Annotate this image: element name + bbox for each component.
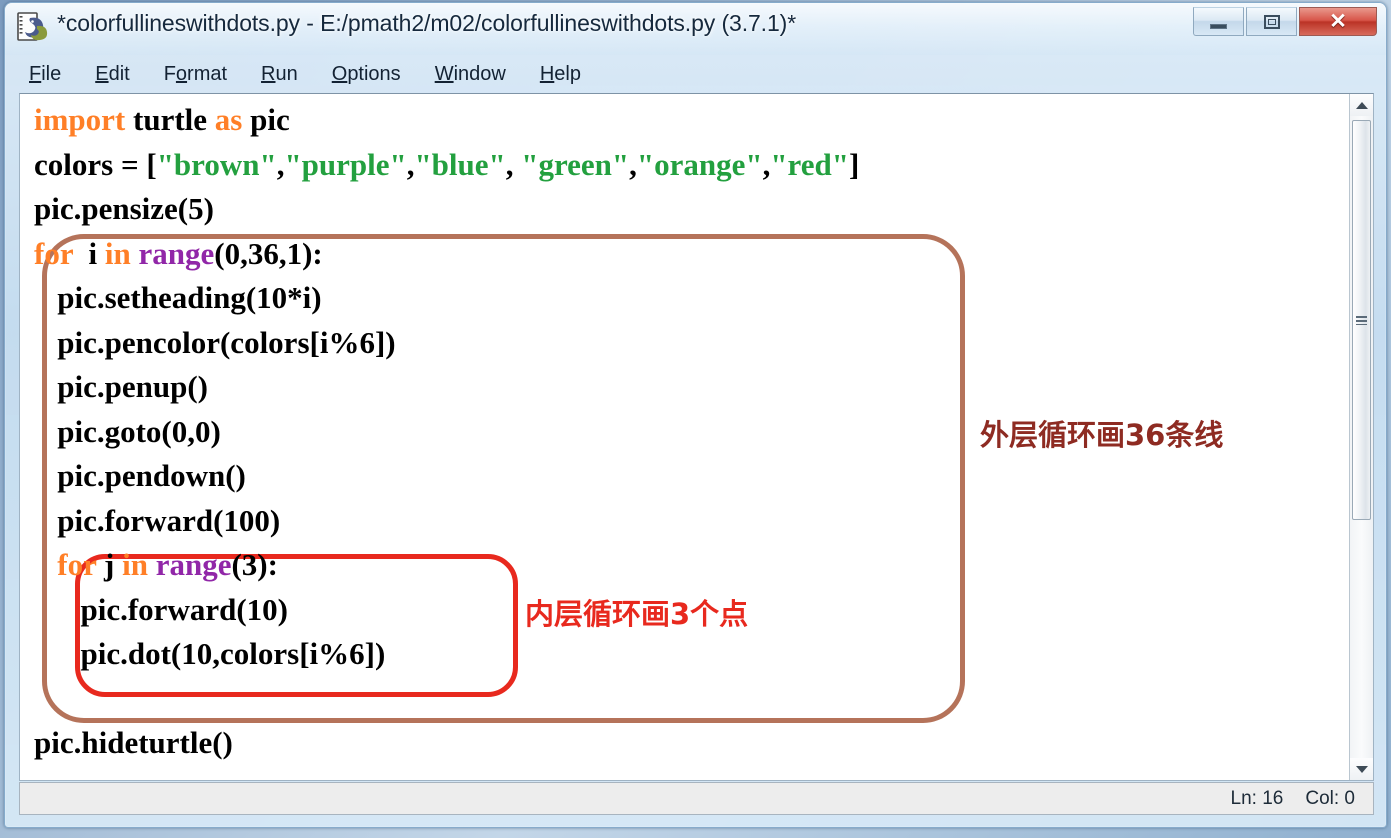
scroll-up-button[interactable] (1350, 94, 1373, 116)
code-token: as (214, 102, 243, 137)
code-line: pic.penup() (34, 365, 1350, 410)
idle-editor-window: *colorfullineswithdots.py - E:/pmath2/m0… (4, 2, 1387, 828)
scroll-grip-icon (1356, 315, 1367, 325)
menu-options[interactable]: Options (332, 63, 401, 86)
code-line: for i in range(0,36,1): (34, 232, 1350, 277)
code-token: (3): (231, 547, 278, 582)
code-line: pic.hideturtle() (34, 721, 1350, 766)
close-button[interactable]: ✕ (1299, 7, 1377, 36)
code-token: "green" (521, 146, 630, 182)
code-token: "orange" (636, 146, 763, 182)
code-token: pic.forward(10) (34, 591, 288, 627)
code-editor[interactable]: 外层循环画36条线 内层循环画3个点 import turtle as pic c… (19, 93, 1374, 781)
outer-loop-annotation-label: 外层循环画36条线 (980, 418, 1224, 452)
menu-edit[interactable]: Edit (95, 63, 129, 86)
code-token: (0,36,1): (214, 235, 323, 271)
code-token: pic.penup() (34, 369, 208, 404)
code-token: pic.forward(100) (34, 502, 281, 538)
code-line: pic.pendown() (34, 454, 1350, 499)
maximize-restore-button[interactable] (1246, 7, 1297, 36)
code-line: for j in range(3): (34, 543, 1350, 588)
code-token: for (57, 547, 97, 582)
code-token: pic (242, 102, 290, 137)
code-token: range (138, 235, 215, 271)
inner-loop-annotation-label: 内层循环画3个点 (525, 597, 749, 631)
minimize-button[interactable] (1193, 7, 1244, 36)
menu-run[interactable]: Run (261, 63, 298, 86)
code-token: pic.hideturtle() (34, 725, 233, 760)
code-line: pic.forward(100) (34, 499, 1350, 544)
code-token: i (73, 235, 105, 271)
scroll-thumb[interactable] (1352, 120, 1371, 520)
code-line: pic.dot(10,colors[i%6]) (34, 632, 1350, 677)
code-token: "blue" (414, 146, 506, 182)
code-token: pic.dot(10,colors[i%6]) (34, 636, 386, 671)
code-line: pic.pensize(5) (34, 187, 1350, 232)
menu-help[interactable]: Help (540, 63, 581, 86)
code-token: "brown" (156, 146, 277, 182)
statusbar: Ln: 16 Col: 0 (19, 782, 1374, 815)
code-token: import (34, 102, 126, 137)
code-token: in (122, 547, 148, 582)
code-token: pic.pencolor(colors[i%6]) (34, 324, 396, 360)
scroll-down-button[interactable] (1350, 758, 1373, 780)
code-token: turtle (125, 102, 215, 137)
code-line: pic.setheading(10*i) (34, 276, 1350, 321)
code-token: j (96, 547, 123, 582)
editor-vertical-scrollbar[interactable] (1349, 94, 1373, 780)
code-line: import turtle as pic (34, 98, 1350, 143)
status-column-number: Col: 0 (1305, 787, 1355, 809)
menubar: File Edit Format Run Options Window Help (19, 58, 1372, 91)
code-token: colors = [ (34, 146, 157, 182)
code-token: range (155, 547, 232, 582)
code-token: , (505, 146, 522, 182)
scroll-up-icon (1355, 101, 1368, 109)
code-token: for (34, 235, 74, 271)
screen: *colorfullineswithdots.py - E:/pmath2/m0… (0, 0, 1391, 838)
titlebar[interactable]: *colorfullineswithdots.py - E:/pmath2/m0… (5, 3, 1386, 53)
window-controls: ✕ (1193, 7, 1377, 37)
code-token: "red" (770, 146, 849, 182)
close-icon: ✕ (1329, 10, 1347, 33)
menu-window[interactable]: Window (435, 63, 506, 86)
code-line: pic.pencolor(colors[i%6]) (34, 321, 1350, 366)
code-token: pic.pendown() (34, 458, 246, 493)
menu-format[interactable]: Format (164, 63, 227, 86)
code-token: ] (848, 146, 860, 182)
code-line: colors = ["brown","purple","blue", "gree… (34, 143, 1350, 188)
code-token: pic.pensize(5) (34, 191, 214, 226)
restore-icon (1263, 14, 1280, 29)
code-token: pic.setheading(10*i) (34, 280, 322, 315)
status-line-number: Ln: 16 (1230, 787, 1284, 809)
code-token: in (104, 235, 131, 271)
minimize-icon (1210, 23, 1227, 29)
scroll-down-icon (1355, 765, 1368, 773)
code-token: pic.goto(0,0) (34, 413, 221, 449)
window-title: *colorfullineswithdots.py - E:/pmath2/m0… (57, 10, 797, 36)
code-token: "purple" (284, 146, 407, 182)
python-idle-icon (17, 12, 49, 42)
code-token: , (629, 146, 637, 182)
menu-file[interactable]: File (29, 63, 61, 86)
